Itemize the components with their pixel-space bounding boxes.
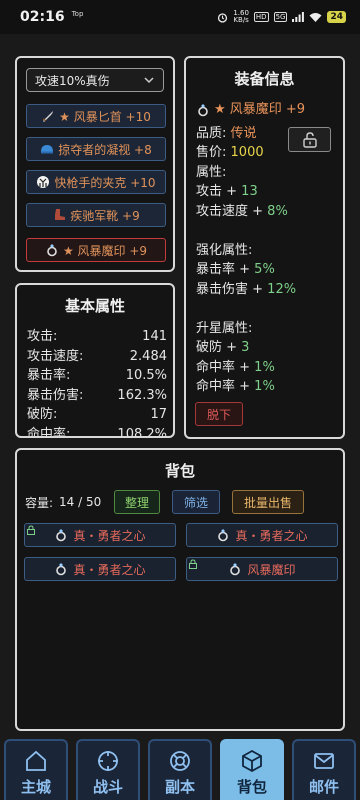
status-icons: 1.60 KB/s HD 5G 24 — [217, 10, 346, 24]
lifebuoy-icon — [170, 751, 190, 771]
star-row: 命中率 + 1% — [196, 359, 275, 375]
unequip-button[interactable]: 脱下 — [195, 402, 243, 426]
enhance-header: 强化属性: — [196, 242, 253, 258]
stat-row: 命中率: 108.2% — [27, 426, 167, 438]
crosshair-icon — [98, 751, 118, 771]
home-icon — [26, 750, 46, 771]
basic-stats-panel[interactable]: 基本属性 攻击: 141 攻击速度: 2.484 暴击率: 10.5% 暴击伤害: 16… — [15, 283, 175, 438]
helmet-icon — [41, 145, 54, 154]
loadout-select-value: 攻速10%真伤 — [35, 73, 110, 88]
tab-label: 邮件 — [308, 778, 339, 796]
stat-row: 暴击伤害: 162.3% — [27, 387, 167, 403]
equipped-weapon[interactable]: ★ 风暴匕首 +10 — [26, 104, 166, 128]
attr-row: 攻击 + 13 — [196, 184, 258, 199]
tab-label: 副本 — [164, 778, 195, 796]
unlock-icon — [302, 131, 317, 148]
capacity: 容量: 14 / 50 — [25, 495, 102, 510]
backpack-item[interactable]: 真・勇者之心 — [186, 523, 338, 547]
ring-icon — [230, 563, 241, 576]
package-icon — [242, 749, 262, 773]
tab-backpack[interactable]: 背包 — [220, 739, 284, 800]
stat-row: 暴击率: 10.5% — [27, 368, 167, 383]
boot-icon — [55, 209, 66, 220]
equipped-item-label: 疾驰军靴 +9 — [70, 208, 140, 223]
enhance-row: 暴击伤害 + 12% — [196, 281, 297, 297]
lock-toggle-button[interactable] — [288, 127, 331, 152]
backpack-title: 背包 — [164, 462, 195, 480]
equipped-ring[interactable]: ★ 风暴魔印 +9 — [26, 238, 166, 262]
ring-icon — [47, 244, 57, 257]
stat-row: 破防: 17 — [27, 407, 167, 422]
equipped-item-label: 快枪手的夹克 +10 — [54, 175, 156, 190]
stat-row: 攻击: 141 — [27, 329, 167, 344]
ring-icon — [56, 563, 67, 576]
loadout-select[interactable]: 攻速10%真伤 — [26, 68, 164, 92]
tab-mail[interactable]: 邮件 — [292, 739, 356, 800]
tab-label: 背包 — [236, 778, 267, 796]
alarm-icon — [218, 12, 228, 23]
stats-title: 基本属性 — [64, 297, 125, 315]
mail-icon — [314, 753, 334, 769]
wifi-icon — [309, 13, 322, 22]
equipped-helmet[interactable]: 掠夺者的凝视 +8 — [26, 137, 166, 161]
bulk-sell-button[interactable]: 批量出售 — [232, 490, 304, 514]
sort-button[interactable]: 整理 — [114, 490, 160, 514]
equipped-item-label: 掠夺者的凝视 +8 — [58, 142, 152, 157]
top-tag: Top — [71, 10, 84, 18]
ring-icon — [218, 529, 229, 542]
equipped-item-label: ★ 风暴魔印 +9 — [62, 243, 148, 258]
signal-icon — [292, 12, 305, 22]
tab-dungeon[interactable]: 副本 — [148, 739, 212, 800]
ring-icon — [56, 529, 67, 542]
jacket-icon — [37, 176, 50, 188]
filter-button[interactable]: 筛选 — [172, 490, 220, 514]
clock: 02:16 — [20, 9, 65, 25]
stats-list: 攻击: 141 攻击速度: 2.484 暴击率: 10.5% 暴击伤害: 162.3% … — [27, 327, 167, 438]
backpack-item[interactable]: 风暴魔印 — [186, 557, 338, 581]
battery-indicator: 24 — [327, 11, 346, 23]
backpack-item[interactable]: 真・勇者之心 — [24, 557, 176, 581]
status-bar: 02:16 Top 1.60 KB/s HD 5G 24 — [0, 0, 360, 34]
item-name: ★ 风暴魔印 +9 — [196, 100, 343, 120]
stat-row: 攻击速度: 2.484 — [27, 348, 167, 364]
backpack-item[interactable]: 真・勇者之心 — [24, 523, 176, 547]
ring-icon — [198, 103, 208, 117]
star-header: 升星属性: — [196, 320, 253, 336]
equipment-info-panel[interactable]: 装备信息 ★ 风暴魔印 +9 品质: 传说 售价: 1000 属性: 攻击 + … — [184, 56, 345, 439]
tab-label: 主城 — [20, 778, 51, 796]
dagger-icon — [43, 111, 54, 122]
equipped-items-panel: 攻速10%真伤 ★ 风暴匕首 +10 掠夺者的凝视 +8 快枪手的夹克 +10 … — [15, 56, 175, 272]
star-row: 破防 + 3 — [196, 340, 250, 355]
network-tag: 5G — [273, 12, 288, 22]
lock-icon — [27, 525, 35, 535]
lock-icon — [189, 559, 197, 569]
chevron-down-icon — [144, 77, 154, 84]
equip-info-title: 装备信息 — [234, 70, 295, 88]
tab-main-city[interactable]: 主城 — [4, 739, 68, 800]
net-speed: 1.60 KB/s — [233, 9, 249, 24]
enhance-row: 暴击率 + 5% — [196, 262, 275, 277]
attr-header: 属性: — [196, 164, 227, 180]
star-row: 命中率 + 1% — [196, 379, 275, 394]
backpack-panel: 背包 容量: 14 / 50 整理 筛选 批量出售 真・勇者之心 真・勇者之心 … — [15, 448, 345, 731]
hd-tag: HD — [253, 12, 269, 22]
equipped-armor[interactable]: 快枪手的夹克 +10 — [26, 170, 166, 194]
attr-row: 攻击速度 + 8% — [196, 203, 288, 219]
tab-battle[interactable]: 战斗 — [76, 739, 140, 800]
tab-label: 战斗 — [92, 778, 123, 796]
equipped-boots[interactable]: 疾驰军靴 +9 — [26, 203, 166, 227]
equipped-item-label: ★ 风暴匕首 +10 — [59, 109, 151, 124]
